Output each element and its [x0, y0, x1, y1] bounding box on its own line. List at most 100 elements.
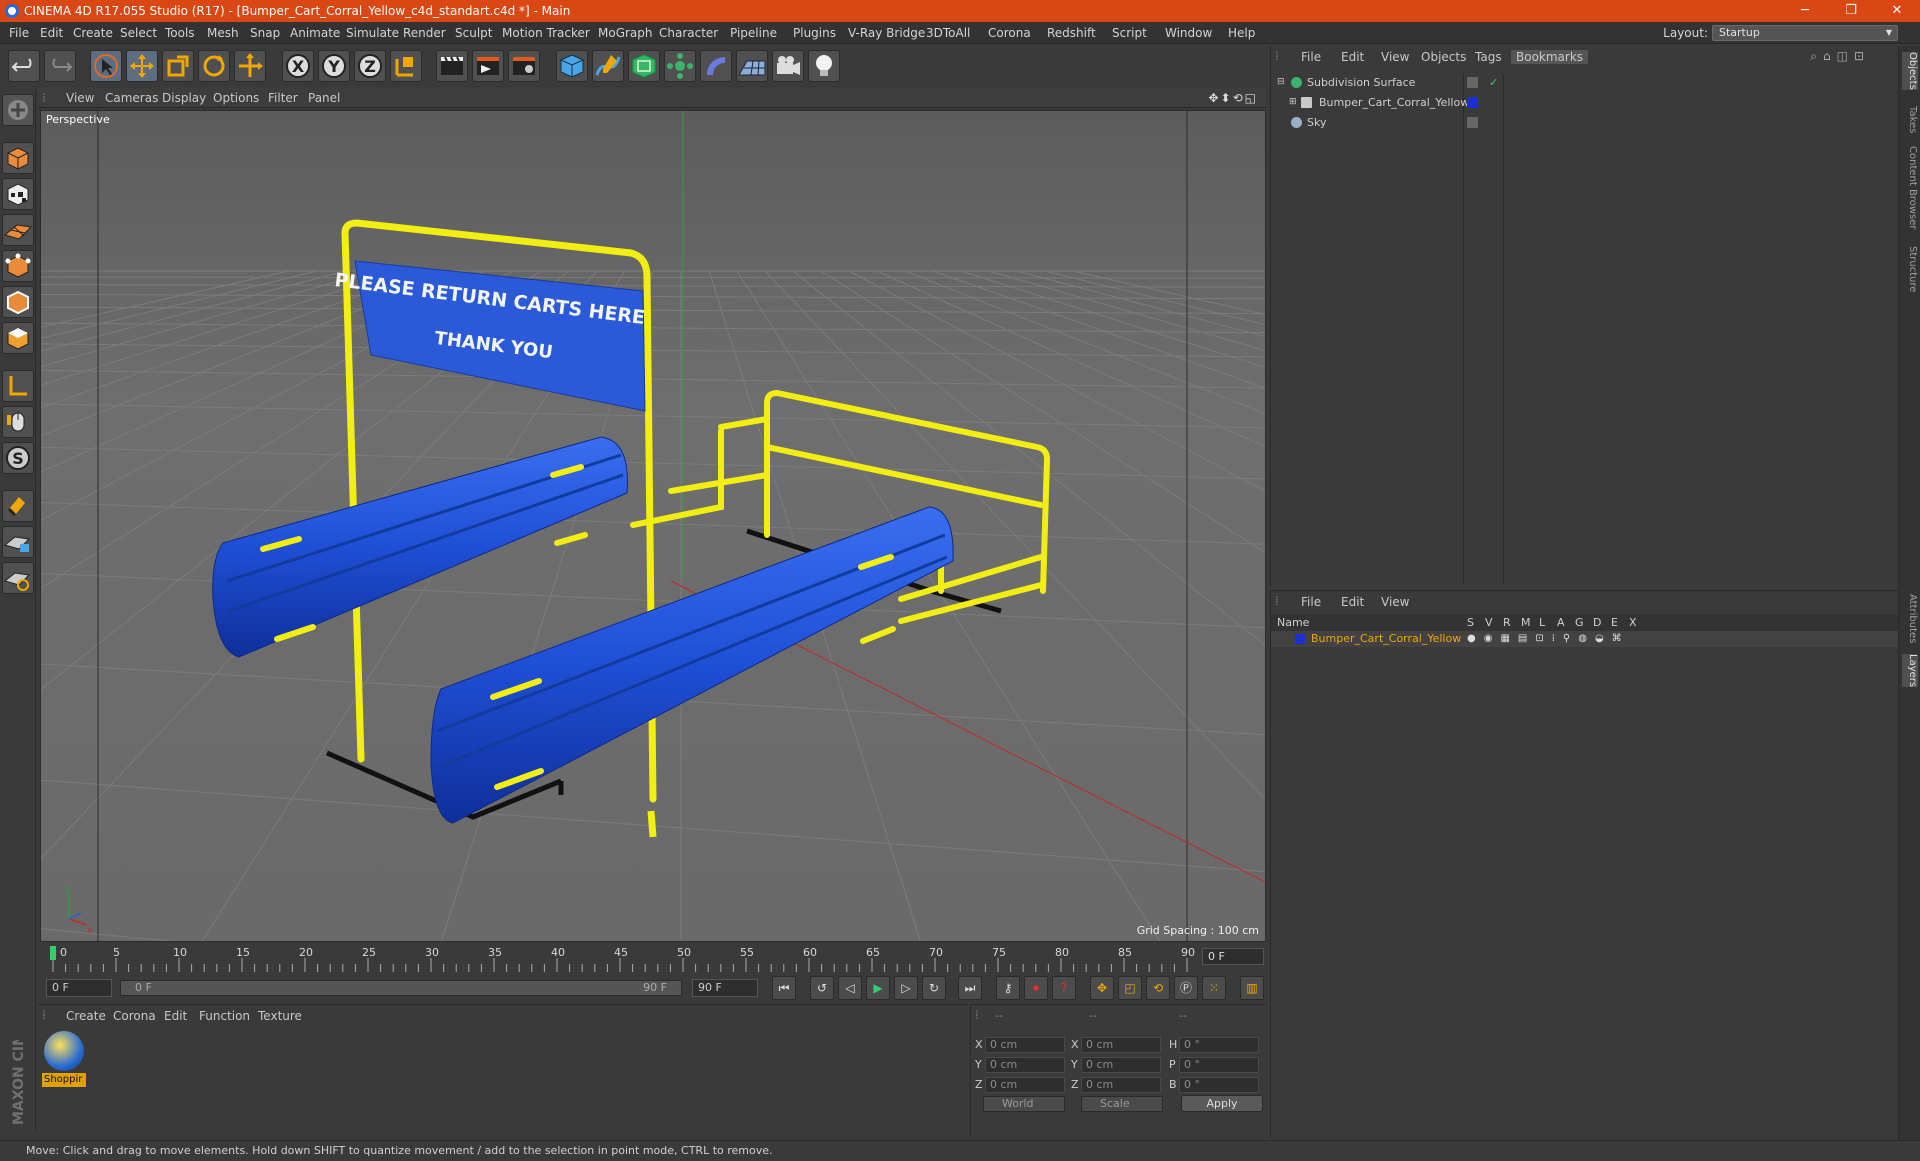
- key-pla-button[interactable]: ⁙: [1202, 976, 1226, 1000]
- menu-vray-bridge[interactable]: V-Ray Bridge: [848, 22, 925, 44]
- coordinate-space-dropdown[interactable]: World: [983, 1096, 1065, 1112]
- side-tab-takes[interactable]: Takes: [1902, 106, 1918, 133]
- object-row-bumper-cart-corral[interactable]: ⊞ Bumper_Cart_Corral_Yellow: [1271, 93, 1899, 112]
- material-menu-create[interactable]: Create: [66, 1009, 106, 1023]
- scale-button[interactable]: [162, 50, 194, 82]
- playhead[interactable]: [50, 946, 56, 960]
- make-editable-button[interactable]: [2, 94, 34, 126]
- rotation-p-field[interactable]: 0 °: [1179, 1057, 1259, 1073]
- side-tab-content-browser[interactable]: Content Browser: [1902, 146, 1918, 229]
- object-row-sky[interactable]: Sky: [1271, 113, 1899, 132]
- planar-workplane-button[interactable]: [2, 562, 34, 594]
- key-rotation-button[interactable]: ⟲: [1146, 976, 1170, 1000]
- object-menu-file[interactable]: File: [1301, 50, 1321, 64]
- menu-snap[interactable]: Snap: [250, 22, 280, 44]
- menu-edit[interactable]: Edit: [40, 22, 63, 44]
- layer-menu-edit[interactable]: Edit: [1341, 595, 1364, 609]
- rotation-b-field[interactable]: 0 °: [1179, 1077, 1259, 1093]
- z-axis-lock-button[interactable]: Z: [354, 50, 386, 82]
- menu-sculpt[interactable]: Sculpt: [455, 22, 492, 44]
- menu-motion-tracker[interactable]: Motion Tracker: [502, 22, 590, 44]
- record-button[interactable]: ⏺: [1024, 976, 1048, 1000]
- menu-tools[interactable]: Tools: [165, 22, 195, 44]
- key-parameter-button[interactable]: Ⓟ: [1174, 976, 1198, 1000]
- snapping-button[interactable]: [2, 490, 34, 522]
- position-z-field[interactable]: 0 cm: [985, 1077, 1065, 1093]
- keyframe-selection-button[interactable]: ?: [1052, 976, 1076, 1000]
- viewport-menu-display[interactable]: Display: [162, 88, 206, 108]
- next-frame-button[interactable]: ▷: [894, 976, 918, 1000]
- menu-corona[interactable]: Corona: [988, 22, 1031, 44]
- rotation-h-field[interactable]: 0 °: [1179, 1037, 1259, 1053]
- tweak-mode-button[interactable]: [2, 406, 34, 438]
- redo-button[interactable]: [44, 50, 76, 82]
- move-button[interactable]: [126, 50, 158, 82]
- frame-range-slider[interactable]: 0 F 90 F: [120, 980, 682, 996]
- menu-redshift[interactable]: Redshift: [1047, 22, 1096, 44]
- menu-select[interactable]: Select: [120, 22, 157, 44]
- layer-menu-file[interactable]: File: [1301, 595, 1321, 609]
- polygons-mode-button[interactable]: [2, 322, 34, 354]
- edit-render-settings-button[interactable]: [508, 50, 540, 82]
- previous-key-button[interactable]: ↺: [810, 976, 834, 1000]
- material-menu-function[interactable]: Function: [199, 1009, 250, 1023]
- position-x-field[interactable]: 0 cm: [985, 1037, 1065, 1053]
- object-menu-bookmarks[interactable]: Bookmarks: [1511, 50, 1589, 64]
- model-mode-button[interactable]: [2, 142, 34, 174]
- menu-render[interactable]: Render: [403, 22, 446, 44]
- close-button[interactable]: ✕: [1874, 0, 1920, 22]
- size-x-field[interactable]: 0 cm: [1081, 1037, 1161, 1053]
- object-row-subdivision-surface[interactable]: ⊟ Subdivision Surface ✓: [1271, 73, 1899, 92]
- edges-mode-button[interactable]: [2, 286, 34, 318]
- locked-workplane-button[interactable]: [2, 526, 34, 558]
- menu-character[interactable]: Character: [659, 22, 718, 44]
- viewport-menu-filter[interactable]: Filter: [268, 88, 298, 108]
- add-camera-button[interactable]: [772, 50, 804, 82]
- timeline-window-button[interactable]: ▥: [1240, 976, 1264, 1000]
- menu-create[interactable]: Create: [73, 22, 113, 44]
- layer-menu-view[interactable]: View: [1381, 595, 1409, 609]
- layer-toggle-icons[interactable]: ●◉▦▤⊡⁞⚲◍◒⌘: [1467, 631, 1630, 647]
- layout-dropdown[interactable]: Startup ▼: [1712, 25, 1898, 41]
- key-position-button[interactable]: ✥: [1090, 976, 1114, 1000]
- x-axis-lock-button[interactable]: X: [282, 50, 314, 82]
- solo-mode-button[interactable]: S: [2, 442, 34, 474]
- size-z-field[interactable]: 0 cm: [1081, 1077, 1161, 1093]
- menu-script[interactable]: Script: [1112, 22, 1147, 44]
- menu-window[interactable]: Window: [1165, 22, 1212, 44]
- side-tab-layers[interactable]: Layers: [1902, 654, 1918, 688]
- size-y-field[interactable]: 0 cm: [1081, 1057, 1161, 1073]
- texture-mode-button[interactable]: [2, 178, 34, 210]
- menu-help[interactable]: Help: [1228, 22, 1255, 44]
- maximize-button[interactable]: ❐: [1828, 0, 1874, 22]
- material-menu-texture[interactable]: Texture: [258, 1009, 302, 1023]
- start-frame-field[interactable]: 0 F: [46, 979, 112, 997]
- render-to-picture-viewer-button[interactable]: [472, 50, 504, 82]
- y-axis-lock-button[interactable]: Y: [318, 50, 350, 82]
- previous-frame-button[interactable]: ◁: [838, 976, 862, 1000]
- perspective-viewport[interactable]: PLEASE RETURN CARTS HERE THANK YOU y x P…: [40, 110, 1266, 942]
- play-button[interactable]: ▶: [866, 976, 890, 1000]
- viewport-menu-view[interactable]: View: [66, 88, 94, 108]
- add-subdivision-surface-button[interactable]: [628, 50, 660, 82]
- menu-pipeline[interactable]: Pipeline: [730, 22, 777, 44]
- rotate-button[interactable]: [198, 50, 230, 82]
- menu-3dtoall[interactable]: 3DToAll: [926, 22, 970, 44]
- menu-simulate[interactable]: Simulate: [346, 22, 399, 44]
- side-tab-attributes[interactable]: Attributes: [1902, 594, 1918, 643]
- side-tab-structure[interactable]: Structure: [1902, 246, 1918, 293]
- position-y-field[interactable]: 0 cm: [985, 1057, 1065, 1073]
- viewport-menu-panel[interactable]: Panel: [308, 88, 340, 108]
- add-array-button[interactable]: [664, 50, 696, 82]
- size-mode-dropdown[interactable]: Scale: [1081, 1096, 1163, 1112]
- add-floor-button[interactable]: [736, 50, 768, 82]
- add-light-button[interactable]: [808, 50, 840, 82]
- transform-button[interactable]: [234, 50, 266, 82]
- coordinate-system-button[interactable]: [390, 50, 422, 82]
- add-deformer-button[interactable]: [700, 50, 732, 82]
- add-spline-button[interactable]: [592, 50, 624, 82]
- material-swatch[interactable]: Shoppir: [42, 1031, 86, 1087]
- key-scale-button[interactable]: ◰: [1118, 976, 1142, 1000]
- menu-mograph[interactable]: MoGraph: [598, 22, 653, 44]
- layer-row[interactable]: Bumper_Cart_Corral_Yellow ●◉▦▤⊡⁞⚲◍◒⌘: [1271, 631, 1899, 647]
